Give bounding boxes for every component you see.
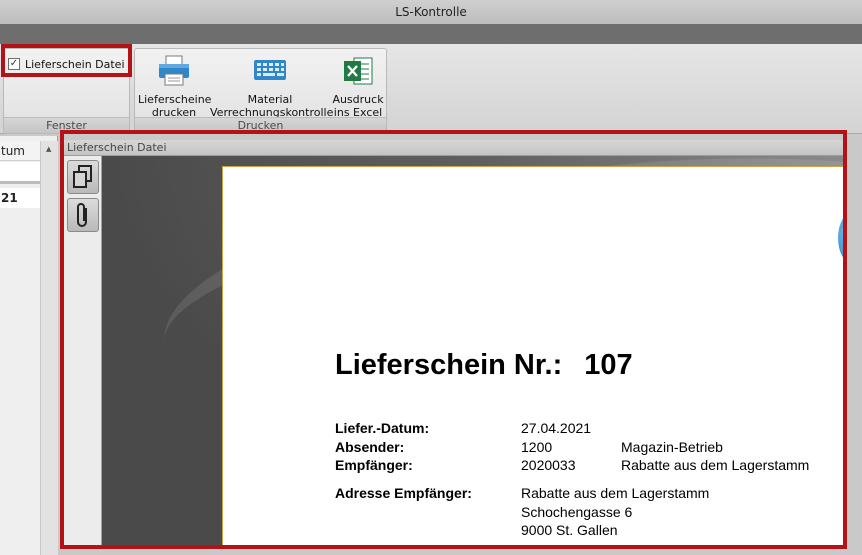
- delivery-note-page: Lieferschein Nr.: 107 Liefer.-Datum: 27.0…: [222, 166, 843, 545]
- scroll-up-icon[interactable]: ▲: [46, 145, 51, 153]
- delivery-note-title: Lieferschein Nr.: 107: [335, 349, 633, 382]
- material-label-1: Material: [247, 93, 293, 106]
- delivery-note-number: 107: [584, 349, 633, 381]
- paperclip-icon: [77, 203, 87, 227]
- ribbon-group-fenster: ✓ Lieferschein Datei Fenster: [3, 48, 130, 134]
- field-label: Absender:: [335, 439, 405, 455]
- ribbon: ✓ Lieferschein Datei Fenster Lieferschei…: [0, 44, 862, 134]
- window-title: LS-Kontrolle: [0, 0, 862, 24]
- title-text: Lieferschein Nr.:: [335, 349, 563, 381]
- excel-icon: [341, 55, 375, 87]
- ausdruck-ins-excel-button[interactable]: Ausdruck ins Excel: [330, 55, 386, 119]
- ausdruck-label-1: Ausdruck: [332, 93, 384, 106]
- field-value: 1200: [521, 439, 553, 455]
- field-extra: Magazin-Betrieb: [621, 439, 723, 455]
- address-line: Schochengasse 6: [521, 504, 633, 520]
- field-value: 27.04.2021: [521, 420, 592, 436]
- material-verrechnungskontrolle-button[interactable]: Material Verrechnungskontrolle: [210, 55, 333, 119]
- printer-icon: [157, 55, 191, 87]
- field-extra: Rabatte aus dem Lagerstamm: [621, 457, 810, 473]
- ribbon-group-label-drucken: Drucken: [135, 117, 386, 133]
- ribbon-group-drucken: Lieferscheine drucken Material Verrechnu…: [134, 48, 387, 134]
- attachment-button[interactable]: [67, 198, 99, 232]
- list-item[interactable]: 21: [0, 188, 40, 208]
- copy-pages-icon: [73, 165, 92, 188]
- delivery-list-panel: tum 21 ▲: [0, 136, 58, 555]
- field-value: 2020033: [521, 457, 576, 473]
- list-filter-row[interactable]: [0, 162, 40, 184]
- lieferschein-datei-label: Lieferschein Datei: [25, 57, 125, 71]
- title-divider: [0, 24, 862, 44]
- field-label: Empfänger:: [335, 457, 413, 473]
- list-scrollbar[interactable]: ▲: [40, 141, 58, 555]
- lieferscheine-drucken-button[interactable]: Lieferscheine drucken: [138, 55, 212, 119]
- ribbon-group-label-fenster: Fenster: [4, 117, 129, 133]
- lieferschein-datei-toggle[interactable]: ✓ Lieferschein Datei: [8, 55, 125, 73]
- keyboard-calculator-icon: [253, 55, 287, 87]
- document-panel-title: Lieferschein Datei: [64, 140, 843, 156]
- list-column-header-datum[interactable]: tum: [0, 141, 40, 161]
- field-label: Liefer.-Datum:: [335, 420, 430, 436]
- address-line: 9000 St. Gallen: [521, 522, 618, 538]
- address-label: Adresse Empfänger:: [335, 485, 472, 501]
- lieferscheine-drucken-label-1: Lieferscheine: [138, 93, 212, 106]
- address-line: Rabatte aus dem Lagerstamm: [521, 485, 710, 501]
- checkbox-checked-icon[interactable]: ✓: [8, 58, 20, 70]
- copy-pages-button[interactable]: [67, 160, 99, 194]
- document-viewer-panel: Lieferschein Datei Lieferschein Nr.: 107 …: [64, 140, 843, 545]
- document-side-toolbar: [64, 156, 102, 545]
